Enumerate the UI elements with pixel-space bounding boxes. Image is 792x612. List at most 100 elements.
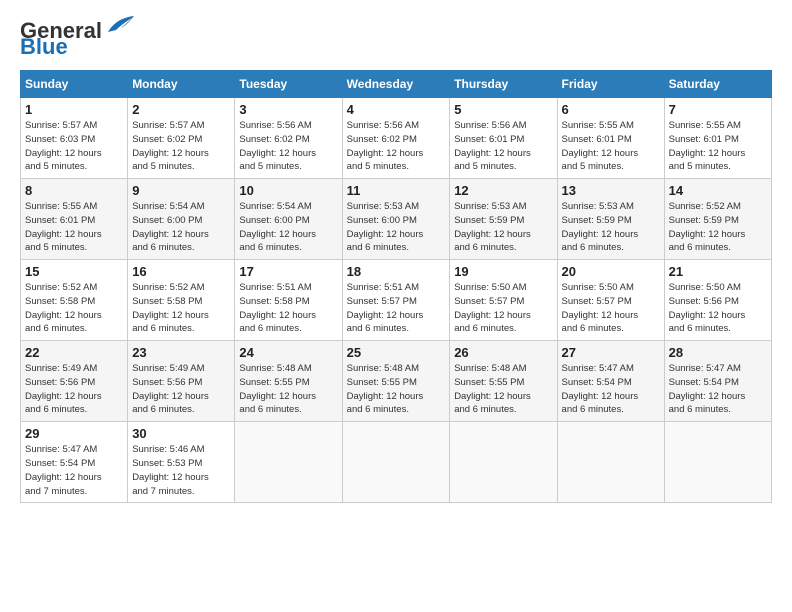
calendar-cell: 11 Sunrise: 5:53 AM Sunset: 6:00 PM Dayli…	[342, 179, 450, 260]
day-info: Sunrise: 5:50 AM Sunset: 5:57 PM Dayligh…	[562, 281, 660, 336]
day-number: 10	[239, 183, 337, 198]
calendar-cell: 6 Sunrise: 5:55 AM Sunset: 6:01 PM Daylig…	[557, 98, 664, 179]
day-info: Sunrise: 5:52 AM Sunset: 5:59 PM Dayligh…	[669, 200, 767, 255]
day-info: Sunrise: 5:53 AM Sunset: 6:00 PM Dayligh…	[347, 200, 446, 255]
day-number: 23	[132, 345, 230, 360]
day-number: 29	[25, 426, 123, 441]
day-header-wednesday: Wednesday	[342, 71, 450, 98]
day-number: 12	[454, 183, 552, 198]
header-row: SundayMondayTuesdayWednesdayThursdayFrid…	[21, 71, 772, 98]
calendar-cell: 26 Sunrise: 5:48 AM Sunset: 5:55 PM Dayli…	[450, 341, 557, 422]
day-info: Sunrise: 5:47 AM Sunset: 5:54 PM Dayligh…	[562, 362, 660, 417]
calendar-cell: 10 Sunrise: 5:54 AM Sunset: 6:00 PM Dayli…	[235, 179, 342, 260]
calendar-cell: 17Sunrise: 5:51 AM Sunset: 5:58 PM Dayli…	[235, 260, 342, 341]
day-info: Sunrise: 5:56 AM Sunset: 6:02 PM Dayligh…	[239, 119, 337, 174]
calendar-cell: 27 Sunrise: 5:47 AM Sunset: 5:54 PM Dayli…	[557, 341, 664, 422]
day-info: Sunrise: 5:50 AM Sunset: 5:56 PM Dayligh…	[669, 281, 767, 336]
day-info: Sunrise: 5:49 AM Sunset: 5:56 PM Dayligh…	[25, 362, 123, 417]
calendar-cell: 12 Sunrise: 5:53 AM Sunset: 5:59 PM Dayli…	[450, 179, 557, 260]
day-info: Sunrise: 5:52 AM Sunset: 5:58 PM Dayligh…	[25, 281, 123, 336]
day-number: 6	[562, 102, 660, 117]
day-info: Sunrise: 5:53 AM Sunset: 5:59 PM Dayligh…	[454, 200, 552, 255]
day-number: 5	[454, 102, 552, 117]
day-info: Sunrise: 5:57 AM Sunset: 6:02 PM Dayligh…	[132, 119, 230, 174]
day-number: 22	[25, 345, 123, 360]
calendar-cell	[450, 422, 557, 503]
day-info: Sunrise: 5:51 AM Sunset: 5:58 PM Dayligh…	[239, 281, 337, 336]
day-info: Sunrise: 5:54 AM Sunset: 6:00 PM Dayligh…	[132, 200, 230, 255]
day-info: Sunrise: 5:57 AM Sunset: 6:03 PM Dayligh…	[25, 119, 123, 174]
calendar-cell: 13 Sunrise: 5:53 AM Sunset: 5:59 PM Dayli…	[557, 179, 664, 260]
calendar-cell: 23 Sunrise: 5:49 AM Sunset: 5:56 PM Dayli…	[128, 341, 235, 422]
calendar-cell: 14 Sunrise: 5:52 AM Sunset: 5:59 PM Dayli…	[664, 179, 771, 260]
calendar-cell: 28Sunrise: 5:47 AM Sunset: 5:54 PM Dayli…	[664, 341, 771, 422]
calendar-cell: 30Sunrise: 5:46 AM Sunset: 5:53 PM Dayli…	[128, 422, 235, 503]
day-number: 8	[25, 183, 123, 198]
day-number: 2	[132, 102, 230, 117]
day-info: Sunrise: 5:48 AM Sunset: 5:55 PM Dayligh…	[239, 362, 337, 417]
day-header-friday: Friday	[557, 71, 664, 98]
calendar-table: SundayMondayTuesdayWednesdayThursdayFrid…	[20, 70, 772, 503]
day-number: 13	[562, 183, 660, 198]
day-info: Sunrise: 5:55 AM Sunset: 6:01 PM Dayligh…	[562, 119, 660, 174]
day-header-monday: Monday	[128, 71, 235, 98]
logo: General Blue	[20, 20, 136, 60]
day-info: Sunrise: 5:56 AM Sunset: 6:01 PM Dayligh…	[454, 119, 552, 174]
calendar-cell: 4Sunrise: 5:56 AM Sunset: 6:02 PM Daylig…	[342, 98, 450, 179]
day-info: Sunrise: 5:47 AM Sunset: 5:54 PM Dayligh…	[25, 443, 123, 498]
day-number: 15	[25, 264, 123, 279]
week-row-5: 29 Sunrise: 5:47 AM Sunset: 5:54 PM Dayli…	[21, 422, 772, 503]
calendar-cell: 29 Sunrise: 5:47 AM Sunset: 5:54 PM Dayli…	[21, 422, 128, 503]
day-number: 16	[132, 264, 230, 279]
day-header-thursday: Thursday	[450, 71, 557, 98]
week-row-2: 8Sunrise: 5:55 AM Sunset: 6:01 PM Daylig…	[21, 179, 772, 260]
calendar-cell	[664, 422, 771, 503]
day-info: Sunrise: 5:52 AM Sunset: 5:58 PM Dayligh…	[132, 281, 230, 336]
calendar-cell: 24Sunrise: 5:48 AM Sunset: 5:55 PM Dayli…	[235, 341, 342, 422]
day-info: Sunrise: 5:51 AM Sunset: 5:57 PM Dayligh…	[347, 281, 446, 336]
day-number: 27	[562, 345, 660, 360]
day-header-saturday: Saturday	[664, 71, 771, 98]
calendar-cell: 20 Sunrise: 5:50 AM Sunset: 5:57 PM Dayli…	[557, 260, 664, 341]
day-info: Sunrise: 5:54 AM Sunset: 6:00 PM Dayligh…	[239, 200, 337, 255]
calendar-cell: 22 Sunrise: 5:49 AM Sunset: 5:56 PM Dayli…	[21, 341, 128, 422]
day-number: 7	[669, 102, 767, 117]
day-number: 21	[669, 264, 767, 279]
logo-blue: Blue	[20, 34, 68, 60]
calendar-cell: 5 Sunrise: 5:56 AM Sunset: 6:01 PM Daylig…	[450, 98, 557, 179]
calendar-cell: 1Sunrise: 5:57 AM Sunset: 6:03 PM Daylig…	[21, 98, 128, 179]
day-number: 18	[347, 264, 446, 279]
week-row-1: 1Sunrise: 5:57 AM Sunset: 6:03 PM Daylig…	[21, 98, 772, 179]
calendar-cell: 16 Sunrise: 5:52 AM Sunset: 5:58 PM Dayli…	[128, 260, 235, 341]
page-header: General Blue	[20, 20, 772, 60]
calendar-cell: 18 Sunrise: 5:51 AM Sunset: 5:57 PM Dayli…	[342, 260, 450, 341]
day-info: Sunrise: 5:49 AM Sunset: 5:56 PM Dayligh…	[132, 362, 230, 417]
calendar-cell	[235, 422, 342, 503]
day-header-sunday: Sunday	[21, 71, 128, 98]
calendar-cell: 8Sunrise: 5:55 AM Sunset: 6:01 PM Daylig…	[21, 179, 128, 260]
calendar-cell: 2 Sunrise: 5:57 AM Sunset: 6:02 PM Daylig…	[128, 98, 235, 179]
day-info: Sunrise: 5:48 AM Sunset: 5:55 PM Dayligh…	[347, 362, 446, 417]
day-number: 3	[239, 102, 337, 117]
day-number: 30	[132, 426, 230, 441]
day-info: Sunrise: 5:55 AM Sunset: 6:01 PM Dayligh…	[669, 119, 767, 174]
day-info: Sunrise: 5:48 AM Sunset: 5:55 PM Dayligh…	[454, 362, 552, 417]
week-row-3: 15 Sunrise: 5:52 AM Sunset: 5:58 PM Dayli…	[21, 260, 772, 341]
calendar-cell: 19Sunrise: 5:50 AM Sunset: 5:57 PM Dayli…	[450, 260, 557, 341]
logo-bird-icon	[106, 14, 136, 36]
day-number: 11	[347, 183, 446, 198]
day-number: 4	[347, 102, 446, 117]
day-number: 14	[669, 183, 767, 198]
day-number: 9	[132, 183, 230, 198]
calendar-cell: 15 Sunrise: 5:52 AM Sunset: 5:58 PM Dayli…	[21, 260, 128, 341]
calendar-cell: 3 Sunrise: 5:56 AM Sunset: 6:02 PM Daylig…	[235, 98, 342, 179]
calendar-cell: 7 Sunrise: 5:55 AM Sunset: 6:01 PM Daylig…	[664, 98, 771, 179]
calendar-cell	[557, 422, 664, 503]
day-number: 19	[454, 264, 552, 279]
day-header-tuesday: Tuesday	[235, 71, 342, 98]
day-info: Sunrise: 5:47 AM Sunset: 5:54 PM Dayligh…	[669, 362, 767, 417]
calendar-cell: 9 Sunrise: 5:54 AM Sunset: 6:00 PM Daylig…	[128, 179, 235, 260]
day-number: 26	[454, 345, 552, 360]
day-info: Sunrise: 5:53 AM Sunset: 5:59 PM Dayligh…	[562, 200, 660, 255]
day-number: 20	[562, 264, 660, 279]
